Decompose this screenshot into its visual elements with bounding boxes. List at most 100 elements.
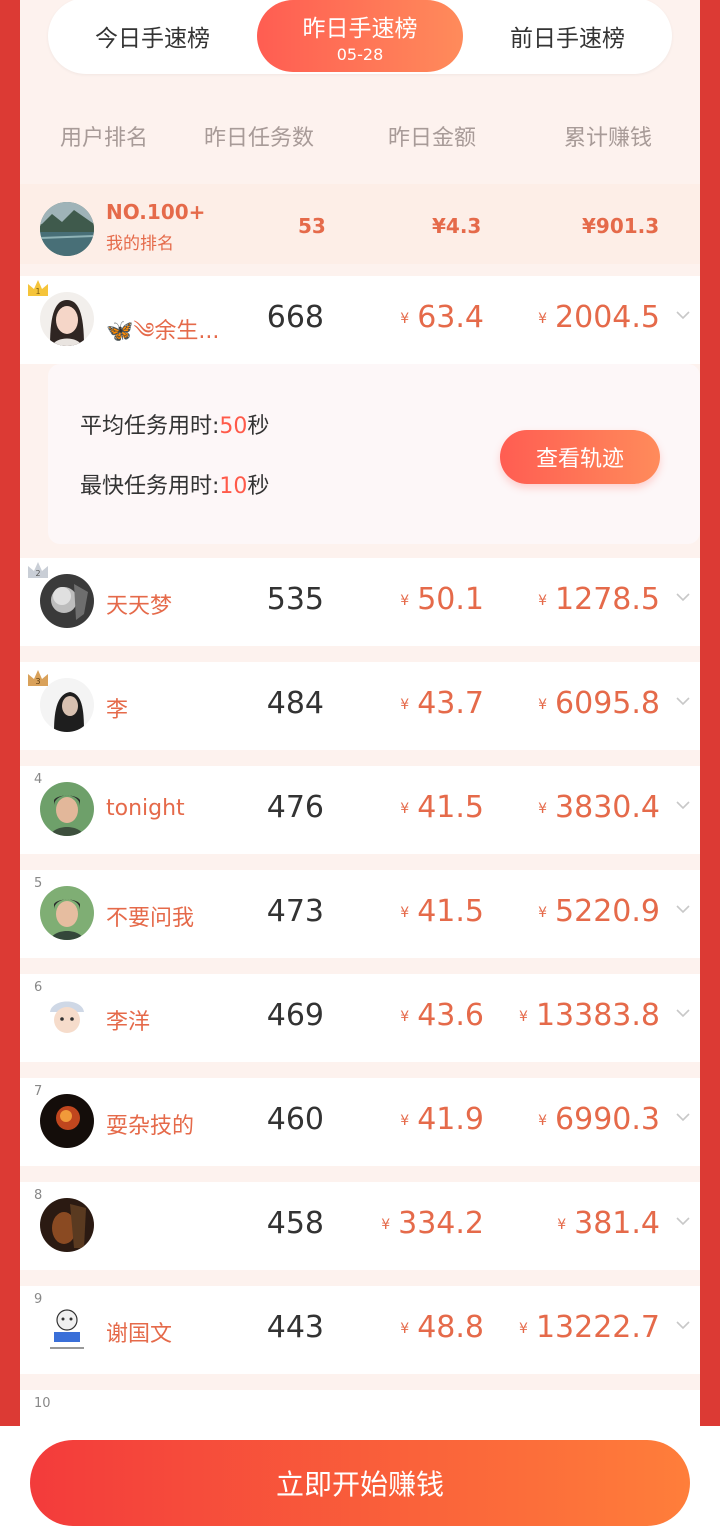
total-earned: ¥5220.9 [538, 894, 660, 929]
bottom-bar: 立即开始赚钱 [0, 1426, 720, 1536]
total-earned: ¥381.4 [557, 1206, 660, 1241]
silver-crown-icon: 2 [28, 562, 48, 578]
bronze-crown-icon: 3 [28, 670, 48, 686]
avatar [40, 886, 94, 940]
yesterday-amount: ¥41.5 [400, 790, 484, 825]
user-name: 谢国文 [106, 1322, 173, 1347]
total-earned: ¥6990.3 [538, 1102, 660, 1137]
task-count: 473 [266, 894, 324, 929]
total-earned: ¥6095.8 [538, 686, 660, 721]
rank-number: 5 [34, 876, 43, 891]
chevron-down-icon[interactable] [676, 1110, 690, 1124]
chevron-down-icon[interactable] [676, 1006, 690, 1020]
tab-today[interactable]: 今日手速榜 [48, 0, 257, 72]
yesterday-amount: ¥41.9 [400, 1102, 484, 1137]
chevron-down-icon[interactable] [676, 694, 690, 708]
task-count: 460 [266, 1102, 324, 1137]
yesterday-amount: ¥50.1 [400, 582, 484, 617]
my-rank-value: NO.100+ [106, 200, 206, 224]
task-count: 535 [266, 582, 324, 617]
table-row-7[interactable]: 7 耍杂技的 460 ¥41.9 ¥6990.3 [20, 1078, 700, 1166]
avatar [40, 1302, 94, 1356]
my-total: ¥901.3 [582, 214, 660, 238]
chevron-down-icon[interactable] [676, 1214, 690, 1228]
total-earned: ¥2004.5 [538, 300, 660, 335]
my-tasks: 53 [298, 214, 326, 238]
view-track-button[interactable]: 查看轨迹 [500, 430, 660, 484]
task-count: 443 [266, 1310, 324, 1345]
avatar [40, 1094, 94, 1148]
header-rank: 用户排名 [60, 126, 149, 151]
avatar [40, 292, 94, 346]
row-detail-panel: 平均任务用时:50秒 最快任务用时:10秒 查看轨迹 [48, 364, 700, 544]
user-name: tonight [106, 796, 185, 821]
user-name: 不要问我 [106, 906, 195, 931]
table-row-2[interactable]: 2 天天梦 535 ¥50.1 ¥1278.5 [20, 558, 700, 646]
table-row-8[interactable]: 8 458 ¥334.2 ¥381.4 [20, 1182, 700, 1270]
task-count: 476 [266, 790, 324, 825]
rank-number: 8 [34, 1188, 43, 1203]
tab-day-before[interactable]: 前日手速榜 [463, 0, 672, 72]
total-earned: ¥13383.8 [519, 998, 660, 1033]
user-name: 耍杂技的 [106, 1114, 195, 1139]
user-name: 李洋 [106, 1010, 151, 1035]
total-earned: ¥1278.5 [538, 582, 660, 617]
fastest-task-time: 最快任务用时:10秒 [80, 474, 270, 499]
rank-number: 6 [34, 980, 43, 995]
avatar [40, 990, 94, 1044]
rank-number: 9 [34, 1292, 43, 1307]
yesterday-amount: ¥43.6 [400, 998, 484, 1033]
my-rank-label: 我的排名 [106, 234, 174, 254]
header-total: 累计赚钱 [564, 126, 653, 151]
svg-text:2: 2 [35, 569, 40, 578]
user-name: 李 [106, 698, 129, 723]
yesterday-amount: ¥63.4 [400, 300, 484, 335]
tab-yesterday-label: 昨日手速榜 [302, 15, 418, 42]
left-red-edge [0, 0, 20, 1536]
header-amount: 昨日金额 [388, 126, 477, 151]
chevron-down-icon[interactable] [676, 1318, 690, 1332]
svg-text:3: 3 [35, 677, 40, 686]
table-row-3[interactable]: 3 李 484 ¥43.7 ¥6095.8 [20, 662, 700, 750]
column-headers: 用户排名 昨日任务数 昨日金额 累计赚钱 [20, 112, 700, 158]
rank-number: 10 [34, 1396, 51, 1411]
user-name: 🦋༄余生... [106, 319, 220, 344]
yesterday-amount: ¥43.7 [400, 686, 484, 721]
table-row-5[interactable]: 5 不要问我 473 ¥41.5 ¥5220.9 [20, 870, 700, 958]
avatar [40, 574, 94, 628]
avatar [40, 782, 94, 836]
gold-crown-icon: 1 [28, 280, 48, 296]
yesterday-amount: ¥41.5 [400, 894, 484, 929]
chevron-down-icon[interactable] [676, 798, 690, 812]
total-earned: ¥13222.7 [519, 1310, 660, 1345]
table-row-1[interactable]: 1 🦋༄余生... 668 ¥63.4 ¥2004.5 [20, 276, 700, 364]
avatar [40, 1198, 94, 1252]
right-red-edge [700, 0, 720, 1536]
tab-yesterday-date: 05-28 [336, 44, 384, 64]
rank-number: 7 [34, 1084, 43, 1099]
svg-text:1: 1 [35, 287, 40, 296]
my-amount: ¥4.3 [432, 214, 482, 238]
header-tasks: 昨日任务数 [204, 126, 315, 151]
my-rank-row: NO.100+ 我的排名 53 ¥4.3 ¥901.3 [20, 184, 700, 264]
yesterday-amount: ¥48.8 [400, 1310, 484, 1345]
chevron-up-icon[interactable] [676, 308, 690, 322]
task-count: 458 [266, 1206, 324, 1241]
chevron-down-icon[interactable] [676, 590, 690, 604]
task-count: 668 [266, 300, 324, 335]
table-row-4[interactable]: 4 tonight 476 ¥41.5 ¥3830.4 [20, 766, 700, 854]
avg-task-time: 平均任务用时:50秒 [80, 414, 270, 439]
ranking-tabs: 今日手速榜 昨日手速榜 05-28 前日手速榜 [48, 0, 672, 74]
table-row-6[interactable]: 6 李洋 469 ¥43.6 ¥13383.8 [20, 974, 700, 1062]
tab-yesterday[interactable]: 昨日手速榜 05-28 [257, 0, 463, 72]
task-count: 484 [266, 686, 324, 721]
leaderboard-panel: 今日手速榜 昨日手速榜 05-28 前日手速榜 用户排名 昨日任务数 昨日金额 … [20, 0, 700, 1536]
task-count: 469 [266, 998, 324, 1033]
table-row-9[interactable]: 9 谢国文 443 ¥48.8 ¥13222.7 [20, 1286, 700, 1374]
my-avatar [40, 202, 94, 256]
chevron-down-icon[interactable] [676, 902, 690, 916]
total-earned: ¥3830.4 [538, 790, 660, 825]
yesterday-amount: ¥334.2 [381, 1206, 484, 1241]
start-earning-button[interactable]: 立即开始赚钱 [30, 1440, 690, 1526]
tab-today-label: 今日手速榜 [95, 26, 210, 52]
